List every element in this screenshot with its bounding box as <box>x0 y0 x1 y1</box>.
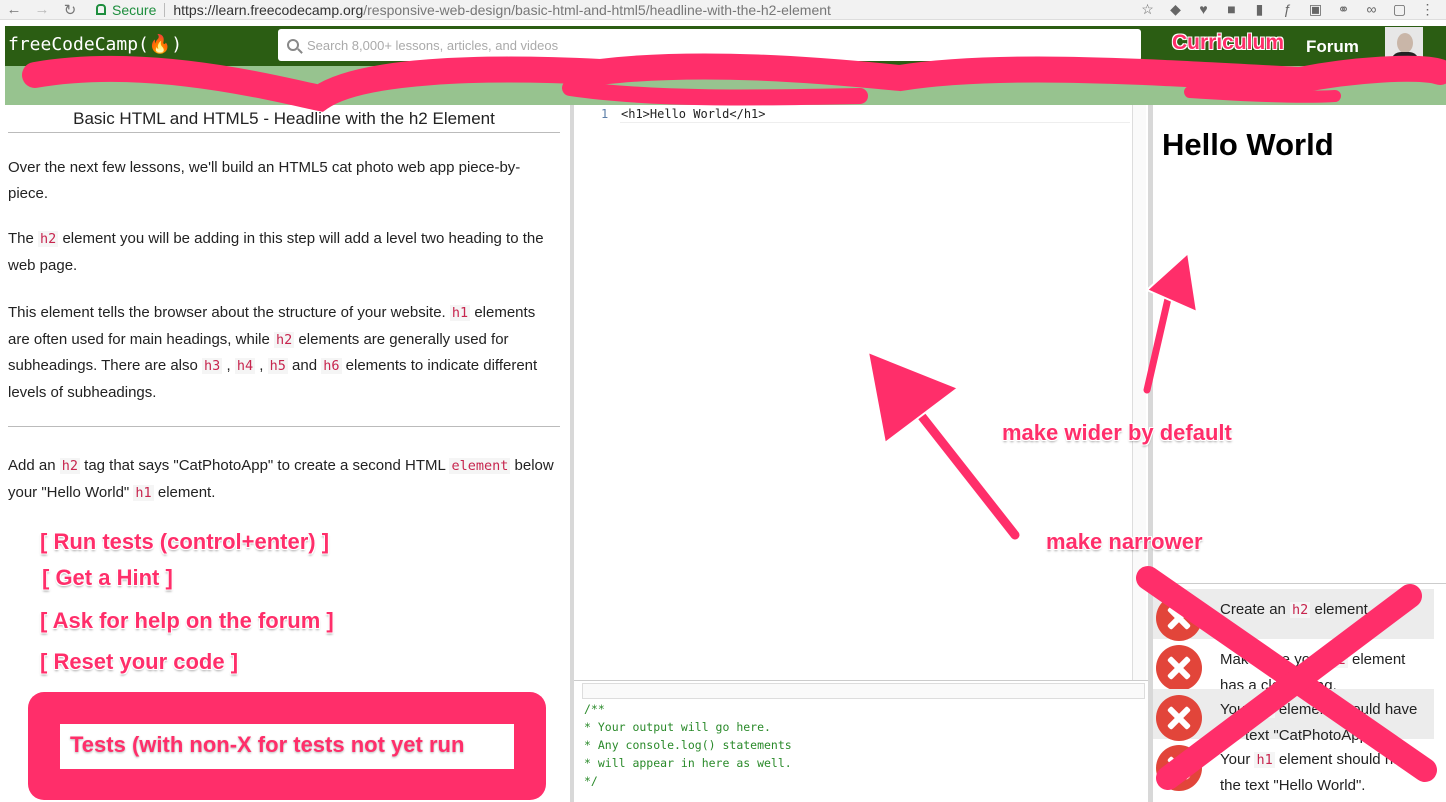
preview-heading: Hello World <box>1162 127 1334 162</box>
extension-icon[interactable]: ▮ <box>1251 1 1268 18</box>
fail-icon <box>1156 745 1202 791</box>
reload-icon[interactable]: ↻ <box>62 1 78 19</box>
fail-icon <box>1156 595 1202 641</box>
extension-icon[interactable]: ♥ <box>1195 1 1212 18</box>
annotation-reset: [ Reset your code ] <box>40 649 239 674</box>
divider <box>8 426 560 427</box>
extension-icon[interactable]: ▣ <box>1307 1 1324 18</box>
extension-icon[interactable]: ■ <box>1223 1 1240 18</box>
fail-icon <box>1156 645 1202 691</box>
nav-forum-link[interactable]: Forum <box>1306 37 1359 57</box>
console-header <box>582 683 1145 699</box>
avatar[interactable] <box>1385 27 1423 64</box>
annotation-make-wider: make wider by default <box>1002 420 1232 445</box>
challenge-title: Basic HTML and HTML5 - Headline with the… <box>8 109 560 133</box>
search-input[interactable] <box>307 37 1107 53</box>
annotation-get-hint: [ Get a Hint ] <box>42 565 173 590</box>
test-text: Create an h2 element. <box>1220 601 1373 618</box>
paragraph-structure: This element tells the browser about the… <box>8 304 538 401</box>
preview-pane: Hello World <box>1153 105 1446 583</box>
annotation-run-tests: [ Run tests (control+enter) ] <box>40 529 330 554</box>
test-item: Make sure your h2 element has a closing … <box>1153 639 1434 694</box>
annotation-make-narrower: make narrower <box>1046 529 1203 554</box>
forward-icon[interactable]: → <box>34 1 50 18</box>
annotation-tests-box: Tests (with non-X for tests not yet run <box>28 692 546 800</box>
test-item: Create an h2 element. <box>1153 589 1434 641</box>
browser-toolbar: ← → ↻ Secure https://learn.freecodecamp.… <box>0 0 1446 20</box>
code-line[interactable]: <h1>Hello World</h1> <box>621 107 766 121</box>
site-navbar: freeCodeCamp(🔥) Curriculum Forum <box>5 26 1446 66</box>
test-text: Your h1 element should have the text "He… <box>1220 751 1418 794</box>
test-item: Your h2 element should have the text "Ca… <box>1153 689 1434 744</box>
code-editor[interactable]: 1 <h1>Hello World</h1> <box>574 105 1148 680</box>
extension-icon[interactable]: ƒ <box>1279 1 1296 18</box>
editor-scrollbar[interactable] <box>1132 105 1146 680</box>
paragraph-h2: The h2 element you will be adding in thi… <box>8 230 544 274</box>
search-icon <box>287 39 299 51</box>
url-host: https://learn.freecodecamp.org <box>173 1 364 18</box>
extension-icon[interactable]: ▢ <box>1391 1 1408 18</box>
address-separator <box>164 2 166 17</box>
star-icon[interactable]: ☆ <box>1139 1 1156 18</box>
search-box[interactable] <box>278 29 1141 61</box>
line-number: 1 <box>601 107 609 121</box>
secure-label: Secure <box>112 1 157 18</box>
output-console: /** * Your output will go here. * Any co… <box>574 680 1148 802</box>
lock-icon <box>96 4 106 15</box>
console-text: /** * Your output will go here. * Any co… <box>584 702 792 788</box>
link-icon[interactable]: ∞ <box>1363 1 1380 18</box>
challenge-toolbar <box>5 66 1446 105</box>
extension-icons: ☆ ◆ ♥ ■ ▮ ƒ ▣ ⚭ ∞ ▢ ⋮ <box>1139 1 1436 18</box>
test-suite: Create an h2 element. Make sure your h2 … <box>1153 583 1446 802</box>
url-path: /responsive-web-design/basic-html-and-ht… <box>363 1 831 18</box>
fcc-logo[interactable]: freeCodeCamp(🔥) <box>8 34 182 55</box>
annotation-tests-label: Tests (with non-X for tests not yet run <box>70 732 465 757</box>
annotation-ask-help: [ Ask for help on the forum ] <box>40 608 334 633</box>
menu-icon[interactable]: ⋮ <box>1419 1 1436 18</box>
extension-icon[interactable]: ⚭ <box>1335 1 1352 18</box>
extension-icon[interactable]: ◆ <box>1167 1 1184 18</box>
nav-curriculum-link[interactable]: Curriculum <box>1172 31 1284 55</box>
paragraph-task: Add an h2 tag that says "CatPhotoApp" to… <box>8 457 554 501</box>
paragraph-intro: Over the next few lessons, we'll build a… <box>8 159 521 202</box>
fail-icon <box>1156 695 1202 741</box>
line-underline <box>620 122 1130 123</box>
test-item: Your h1 element should have the text "He… <box>1153 739 1434 794</box>
address-bar[interactable]: https://learn.freecodecamp.org/responsiv… <box>173 2 831 18</box>
back-icon[interactable]: ← <box>6 1 22 18</box>
